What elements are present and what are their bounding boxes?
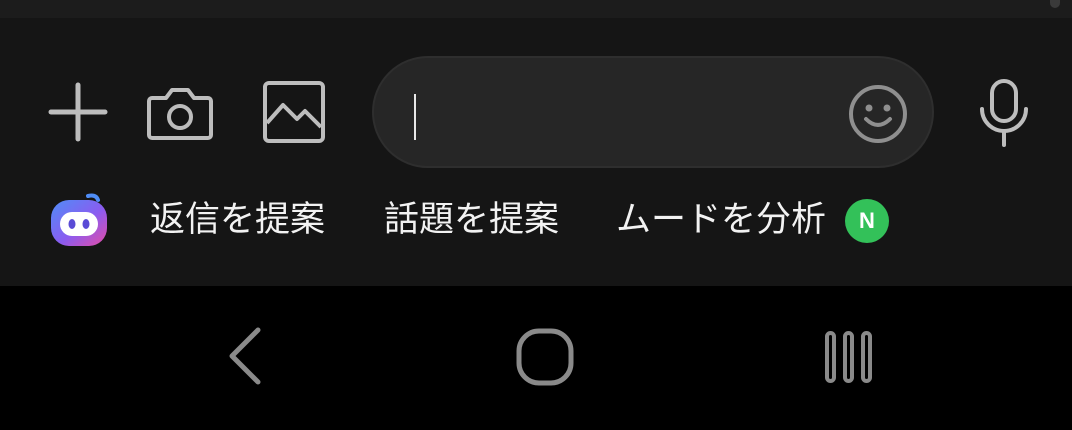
plus-button[interactable] <box>42 76 114 148</box>
emoji-button[interactable] <box>848 84 908 144</box>
recents-icon <box>825 331 872 383</box>
plus-icon <box>48 82 108 142</box>
voice-input-button[interactable] <box>968 74 1040 152</box>
camera-button[interactable] <box>144 76 216 148</box>
top-strip <box>0 0 1072 18</box>
suggest-topic-chip[interactable]: 話題を提案 <box>384 196 559 244</box>
smiley-icon <box>849 85 907 143</box>
suggest-reply-chip[interactable]: 返信を提案 <box>150 196 325 244</box>
home-button[interactable] <box>510 322 580 392</box>
ai-assistant-icon[interactable] <box>48 190 110 252</box>
back-button[interactable] <box>212 316 276 396</box>
recents-button[interactable] <box>814 322 884 392</box>
system-navigation-bar <box>0 286 1072 430</box>
back-icon <box>229 327 261 385</box>
home-icon <box>516 328 574 386</box>
camera-icon <box>147 88 213 140</box>
new-badge: N <box>845 199 889 243</box>
image-icon <box>263 81 325 143</box>
message-composer: 返信を提案 話題を提案 ムードを分析 N <box>0 18 1072 286</box>
message-input[interactable] <box>414 82 838 144</box>
analyze-mood-chip[interactable]: ムードを分析 <box>616 196 826 244</box>
microphone-icon <box>980 79 1028 147</box>
message-input-container[interactable] <box>372 56 934 168</box>
text-cursor <box>414 94 416 140</box>
scrollbar-thumb[interactable] <box>1050 0 1060 8</box>
gallery-button[interactable] <box>258 76 330 148</box>
